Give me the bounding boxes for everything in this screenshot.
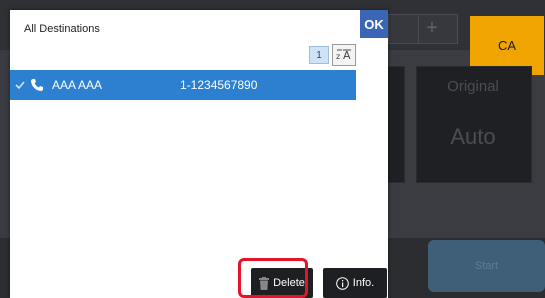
background-tab: [388, 14, 420, 44]
sort-button[interactable]: z A: [332, 44, 356, 66]
sort-icon: z A: [336, 49, 351, 62]
dialog-title: All Destinations: [24, 23, 100, 35]
info-button[interactable]: Info.: [323, 268, 387, 298]
start-label: Start: [474, 260, 499, 272]
start-button[interactable]: Start: [428, 240, 545, 292]
info-icon: [335, 276, 349, 290]
page-number: 1: [309, 46, 329, 64]
info-label: Info.: [352, 277, 375, 289]
destination-row[interactable]: AAA AAA 1-1234567890: [10, 70, 356, 100]
trash-icon: [259, 276, 270, 290]
original-value: Auto: [450, 124, 496, 149]
delete-label: Delete: [273, 277, 305, 289]
check-icon: [15, 81, 25, 90]
plus-icon: +: [426, 17, 438, 39]
svg-text:A: A: [343, 49, 351, 62]
destination-number: 1-1234567890: [180, 78, 258, 92]
dialog-footer: Delete Info.: [10, 262, 388, 298]
destination-name: AAA AAA: [52, 78, 103, 92]
ok-button[interactable]: OK: [360, 10, 388, 38]
original-label: Original: [447, 78, 499, 95]
all-destinations-dialog: All Destinations OK 1 z A AAA AAA 1-1234…: [10, 10, 388, 298]
delete-button[interactable]: Delete: [251, 268, 313, 298]
phone-icon: [31, 79, 43, 91]
svg-text:z: z: [336, 52, 340, 61]
